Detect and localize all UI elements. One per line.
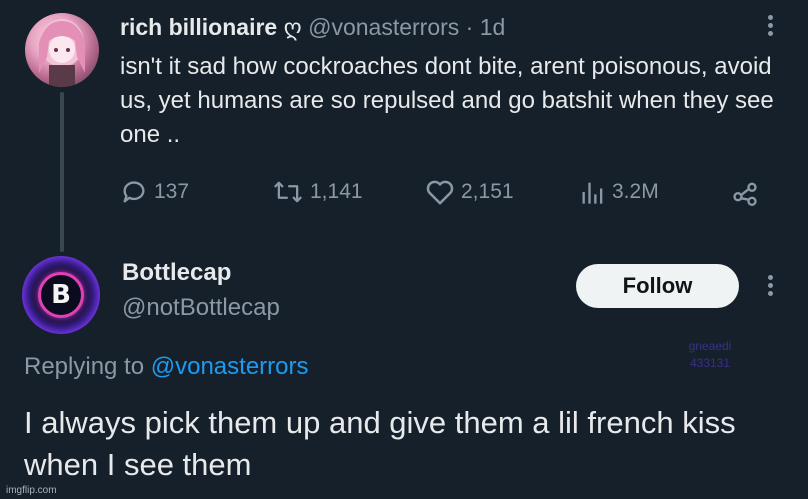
avatar-letter: B xyxy=(38,272,84,318)
watermark: gneaedi 433131 xyxy=(670,338,750,372)
share-button[interactable] xyxy=(730,178,760,206)
action-bar: 137 1,141 2,151 3.2M xyxy=(120,178,760,212)
watermark-line: 433131 xyxy=(689,356,731,370)
timestamp[interactable]: 1d xyxy=(480,14,506,40)
replying-to-link[interactable]: @vonasterrors xyxy=(151,353,309,380)
replying-to: Replying to @vonasterrors xyxy=(24,353,309,381)
share-icon xyxy=(733,182,757,206)
anime-avatar-icon xyxy=(39,19,85,87)
more-icon[interactable] xyxy=(760,12,780,42)
reply-count: 137 xyxy=(154,180,190,203)
more-icon[interactable] xyxy=(760,272,780,302)
like-count: 2,151 xyxy=(461,180,514,203)
follow-button[interactable]: Follow xyxy=(576,264,739,308)
avatar[interactable] xyxy=(25,13,99,87)
replying-prefix: Replying to xyxy=(24,353,145,380)
heart-icon xyxy=(426,180,454,205)
views-button[interactable]: 3.2M xyxy=(580,178,659,206)
name-emoji: ღ xyxy=(283,14,302,40)
reply-text: I always pick them up and give them a li… xyxy=(24,405,736,482)
view-count: 3.2M xyxy=(612,180,659,203)
separator: · xyxy=(465,14,474,40)
display-name[interactable]: Bottlecap xyxy=(122,259,231,287)
thread-line xyxy=(60,92,64,252)
handle[interactable]: @notBottlecap xyxy=(122,294,280,322)
imgflip-watermark: imgflip.com xyxy=(6,485,57,496)
reply-button[interactable]: 137 xyxy=(120,178,189,206)
display-name[interactable]: rich billionaire xyxy=(120,14,277,40)
handle[interactable]: @vonasterrors xyxy=(308,14,459,40)
reply-icon xyxy=(123,181,145,203)
retweet-count: 1,141 xyxy=(310,180,363,203)
watermark-line: gneaedi xyxy=(688,339,732,353)
retweet-icon xyxy=(274,181,302,203)
retweet-button[interactable]: 1,141 xyxy=(272,178,363,206)
tweet-text: isn't it sad how cockroaches dont bite, … xyxy=(120,53,774,148)
tweet-header: rich billionaire ღ @vonasterrors · 1d xyxy=(120,14,505,41)
like-button[interactable]: 2,151 xyxy=(425,178,514,206)
views-icon xyxy=(582,182,603,204)
avatar[interactable]: B xyxy=(22,256,100,334)
